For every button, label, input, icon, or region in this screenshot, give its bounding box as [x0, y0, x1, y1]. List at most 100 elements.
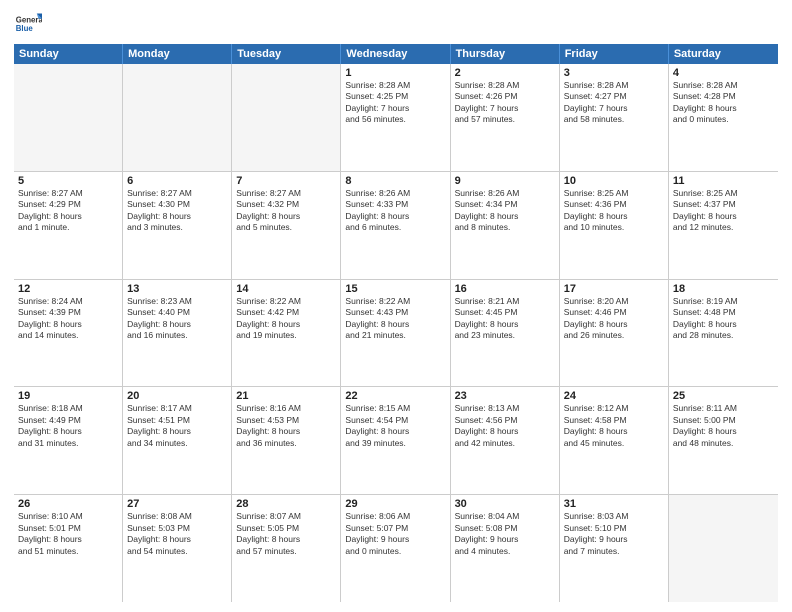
day-info: Sunrise: 8:28 AM Sunset: 4:26 PM Dayligh… [455, 80, 555, 126]
day-info: Sunrise: 8:04 AM Sunset: 5:08 PM Dayligh… [455, 511, 555, 557]
day-info: Sunrise: 8:06 AM Sunset: 5:07 PM Dayligh… [345, 511, 445, 557]
day-number: 24 [564, 390, 664, 402]
day-number: 1 [345, 67, 445, 79]
day-number: 4 [673, 67, 774, 79]
day-number: 18 [673, 283, 774, 295]
header-cell-sunday: Sunday [14, 44, 123, 64]
header-cell-tuesday: Tuesday [232, 44, 341, 64]
day-info: Sunrise: 8:28 AM Sunset: 4:27 PM Dayligh… [564, 80, 664, 126]
day-number: 31 [564, 498, 664, 510]
day-info: Sunrise: 8:12 AM Sunset: 4:58 PM Dayligh… [564, 403, 664, 449]
day-info: Sunrise: 8:27 AM Sunset: 4:32 PM Dayligh… [236, 188, 336, 234]
day-number: 25 [673, 390, 774, 402]
day-info: Sunrise: 8:18 AM Sunset: 4:49 PM Dayligh… [18, 403, 118, 449]
day-cell-29: 29Sunrise: 8:06 AM Sunset: 5:07 PM Dayli… [341, 495, 450, 602]
day-cell-18: 18Sunrise: 8:19 AM Sunset: 4:48 PM Dayli… [669, 280, 778, 387]
day-cell-30: 30Sunrise: 8:04 AM Sunset: 5:08 PM Dayli… [451, 495, 560, 602]
day-number: 11 [673, 175, 774, 187]
header: General Blue [14, 10, 778, 38]
day-number: 29 [345, 498, 445, 510]
day-cell-6: 6Sunrise: 8:27 AM Sunset: 4:30 PM Daylig… [123, 172, 232, 279]
day-number: 6 [127, 175, 227, 187]
day-info: Sunrise: 8:28 AM Sunset: 4:28 PM Dayligh… [673, 80, 774, 126]
day-info: Sunrise: 8:17 AM Sunset: 4:51 PM Dayligh… [127, 403, 227, 449]
day-cell-3: 3Sunrise: 8:28 AM Sunset: 4:27 PM Daylig… [560, 64, 669, 171]
day-info: Sunrise: 8:27 AM Sunset: 4:30 PM Dayligh… [127, 188, 227, 234]
day-info: Sunrise: 8:24 AM Sunset: 4:39 PM Dayligh… [18, 296, 118, 342]
day-cell-31: 31Sunrise: 8:03 AM Sunset: 5:10 PM Dayli… [560, 495, 669, 602]
day-info: Sunrise: 8:20 AM Sunset: 4:46 PM Dayligh… [564, 296, 664, 342]
calendar-body: 1Sunrise: 8:28 AM Sunset: 4:25 PM Daylig… [14, 64, 778, 602]
day-number: 21 [236, 390, 336, 402]
day-info: Sunrise: 8:03 AM Sunset: 5:10 PM Dayligh… [564, 511, 664, 557]
week-row-4: 19Sunrise: 8:18 AM Sunset: 4:49 PM Dayli… [14, 387, 778, 495]
day-number: 7 [236, 175, 336, 187]
day-number: 23 [455, 390, 555, 402]
day-cell-13: 13Sunrise: 8:23 AM Sunset: 4:40 PM Dayli… [123, 280, 232, 387]
day-cell-28: 28Sunrise: 8:07 AM Sunset: 5:05 PM Dayli… [232, 495, 341, 602]
day-info: Sunrise: 8:21 AM Sunset: 4:45 PM Dayligh… [455, 296, 555, 342]
day-number: 20 [127, 390, 227, 402]
day-cell-9: 9Sunrise: 8:26 AM Sunset: 4:34 PM Daylig… [451, 172, 560, 279]
day-number: 16 [455, 283, 555, 295]
day-number: 12 [18, 283, 118, 295]
day-number: 28 [236, 498, 336, 510]
header-cell-monday: Monday [123, 44, 232, 64]
day-number: 26 [18, 498, 118, 510]
week-row-1: 1Sunrise: 8:28 AM Sunset: 4:25 PM Daylig… [14, 64, 778, 172]
day-cell-11: 11Sunrise: 8:25 AM Sunset: 4:37 PM Dayli… [669, 172, 778, 279]
day-cell-24: 24Sunrise: 8:12 AM Sunset: 4:58 PM Dayli… [560, 387, 669, 494]
day-cell-10: 10Sunrise: 8:25 AM Sunset: 4:36 PM Dayli… [560, 172, 669, 279]
day-number: 19 [18, 390, 118, 402]
day-cell-7: 7Sunrise: 8:27 AM Sunset: 4:32 PM Daylig… [232, 172, 341, 279]
day-number: 13 [127, 283, 227, 295]
day-number: 15 [345, 283, 445, 295]
day-info: Sunrise: 8:10 AM Sunset: 5:01 PM Dayligh… [18, 511, 118, 557]
logo-icon: General Blue [14, 10, 42, 38]
day-number: 30 [455, 498, 555, 510]
day-info: Sunrise: 8:27 AM Sunset: 4:29 PM Dayligh… [18, 188, 118, 234]
day-info: Sunrise: 8:25 AM Sunset: 4:36 PM Dayligh… [564, 188, 664, 234]
header-cell-friday: Friday [560, 44, 669, 64]
day-number: 14 [236, 283, 336, 295]
day-cell-20: 20Sunrise: 8:17 AM Sunset: 4:51 PM Dayli… [123, 387, 232, 494]
day-cell-17: 17Sunrise: 8:20 AM Sunset: 4:46 PM Dayli… [560, 280, 669, 387]
day-number: 9 [455, 175, 555, 187]
day-cell-4: 4Sunrise: 8:28 AM Sunset: 4:28 PM Daylig… [669, 64, 778, 171]
day-cell-27: 27Sunrise: 8:08 AM Sunset: 5:03 PM Dayli… [123, 495, 232, 602]
header-cell-wednesday: Wednesday [341, 44, 450, 64]
day-cell-26: 26Sunrise: 8:10 AM Sunset: 5:01 PM Dayli… [14, 495, 123, 602]
day-number: 5 [18, 175, 118, 187]
day-cell-14: 14Sunrise: 8:22 AM Sunset: 4:42 PM Dayli… [232, 280, 341, 387]
day-number: 2 [455, 67, 555, 79]
week-row-2: 5Sunrise: 8:27 AM Sunset: 4:29 PM Daylig… [14, 172, 778, 280]
day-cell-25: 25Sunrise: 8:11 AM Sunset: 5:00 PM Dayli… [669, 387, 778, 494]
day-info: Sunrise: 8:11 AM Sunset: 5:00 PM Dayligh… [673, 403, 774, 449]
day-cell-1: 1Sunrise: 8:28 AM Sunset: 4:25 PM Daylig… [341, 64, 450, 171]
day-cell-21: 21Sunrise: 8:16 AM Sunset: 4:53 PM Dayli… [232, 387, 341, 494]
day-cell-23: 23Sunrise: 8:13 AM Sunset: 4:56 PM Dayli… [451, 387, 560, 494]
day-number: 3 [564, 67, 664, 79]
day-number: 22 [345, 390, 445, 402]
day-number: 17 [564, 283, 664, 295]
empty-cell [123, 64, 232, 171]
page: General Blue SundayMondayTuesdayWednesda… [0, 0, 792, 612]
day-info: Sunrise: 8:15 AM Sunset: 4:54 PM Dayligh… [345, 403, 445, 449]
day-number: 27 [127, 498, 227, 510]
day-cell-19: 19Sunrise: 8:18 AM Sunset: 4:49 PM Dayli… [14, 387, 123, 494]
day-number: 10 [564, 175, 664, 187]
week-row-3: 12Sunrise: 8:24 AM Sunset: 4:39 PM Dayli… [14, 280, 778, 388]
week-row-5: 26Sunrise: 8:10 AM Sunset: 5:01 PM Dayli… [14, 495, 778, 602]
empty-cell [669, 495, 778, 602]
day-cell-2: 2Sunrise: 8:28 AM Sunset: 4:26 PM Daylig… [451, 64, 560, 171]
header-cell-thursday: Thursday [451, 44, 560, 64]
day-info: Sunrise: 8:23 AM Sunset: 4:40 PM Dayligh… [127, 296, 227, 342]
logo: General Blue [14, 10, 46, 38]
day-cell-15: 15Sunrise: 8:22 AM Sunset: 4:43 PM Dayli… [341, 280, 450, 387]
day-cell-5: 5Sunrise: 8:27 AM Sunset: 4:29 PM Daylig… [14, 172, 123, 279]
day-info: Sunrise: 8:08 AM Sunset: 5:03 PM Dayligh… [127, 511, 227, 557]
day-info: Sunrise: 8:28 AM Sunset: 4:25 PM Dayligh… [345, 80, 445, 126]
day-info: Sunrise: 8:26 AM Sunset: 4:34 PM Dayligh… [455, 188, 555, 234]
day-cell-12: 12Sunrise: 8:24 AM Sunset: 4:39 PM Dayli… [14, 280, 123, 387]
day-info: Sunrise: 8:25 AM Sunset: 4:37 PM Dayligh… [673, 188, 774, 234]
